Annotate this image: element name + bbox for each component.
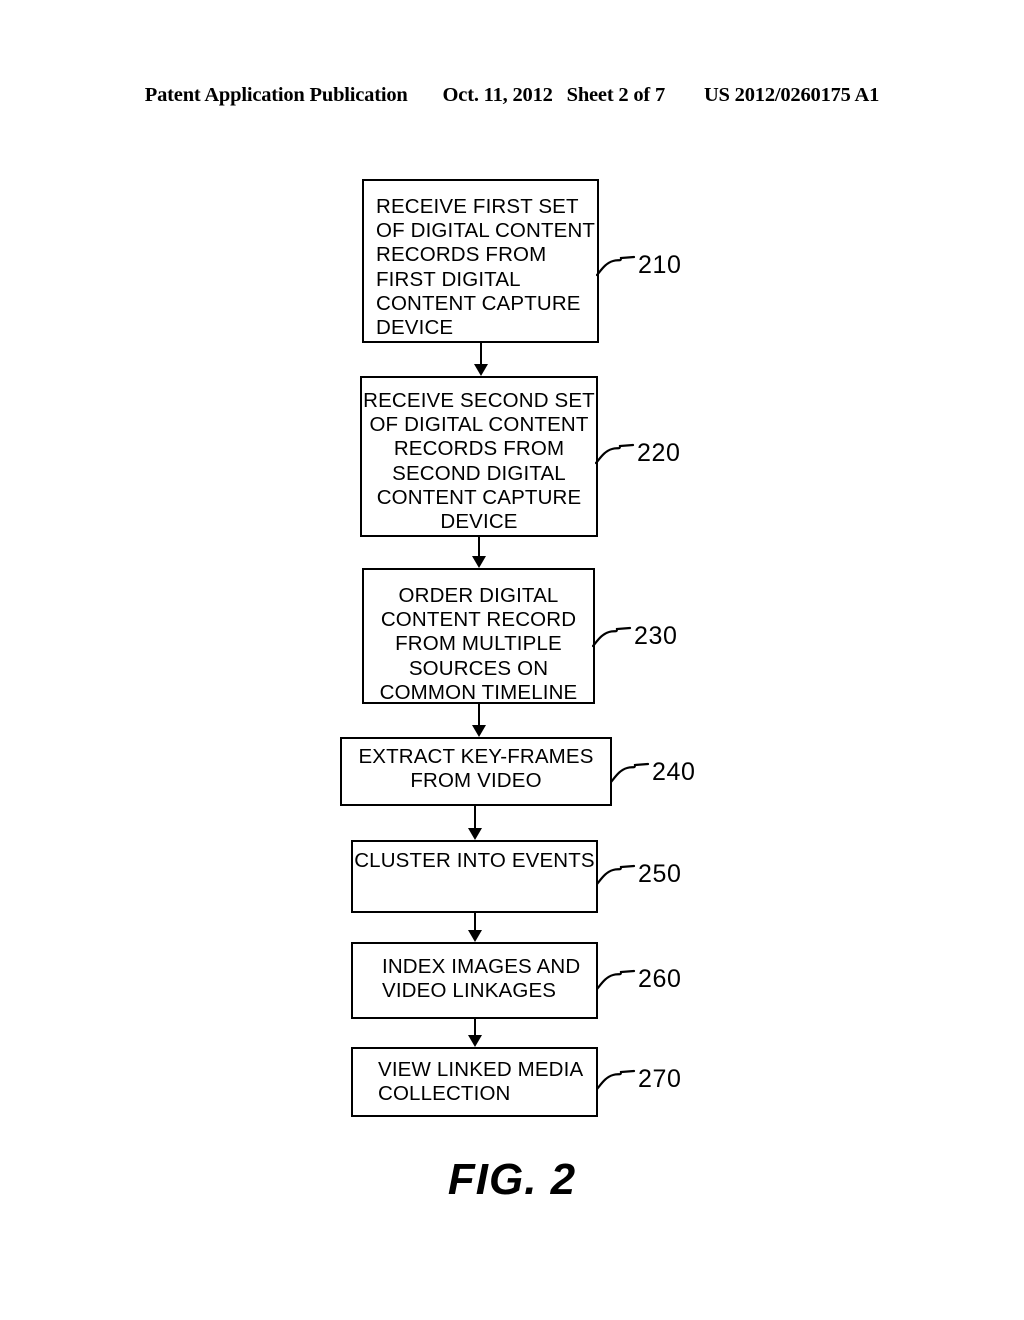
reference-callout-270: 270: [596, 1063, 726, 1105]
reference-number-260: 260: [638, 965, 682, 993]
reference-number-240: 240: [652, 758, 696, 786]
flowchart-node-250-label: CLUSTER INTO EVENTS: [354, 849, 595, 872]
flowchart-node-230: ORDER DIGITAL CONTENT RECORD FROM MULTIP…: [362, 568, 595, 704]
flowchart-arrow-230-to-240: [467, 704, 491, 737]
flowchart-node-220: RECEIVE SECOND SET OF DIGITAL CONTENT RE…: [360, 376, 598, 537]
reference-callout-230: 230: [592, 620, 722, 662]
flowchart-node-240-label: EXTRACT KEY-FRAMES FROM VIDEO: [358, 745, 594, 793]
reference-callout-240: 240: [610, 756, 740, 798]
flowchart-node-220-label: RECEIVE SECOND SET OF DIGITAL CONTENT RE…: [363, 389, 595, 534]
reference-callout-260: 260: [596, 963, 726, 1005]
reference-callout-250: 250: [596, 858, 726, 900]
arrow-head-icon: [472, 556, 486, 568]
reference-callout-220: 220: [595, 437, 725, 479]
arrow-head-icon: [474, 364, 488, 376]
flowchart-diagram: RECEIVE FIRST SET OF DIGITAL CONTENT REC…: [0, 0, 1024, 1320]
arrow-stem: [480, 343, 483, 364]
flowchart-arrow-260-to-270: [463, 1019, 487, 1047]
arrow-head-icon: [468, 930, 482, 942]
flowchart-arrow-220-to-230: [467, 537, 491, 568]
arrow-head-icon: [468, 1035, 482, 1047]
flowchart-arrow-210-to-220: [469, 343, 493, 376]
arrow-head-icon: [472, 725, 486, 737]
flowchart-node-240: EXTRACT KEY-FRAMES FROM VIDEO: [340, 737, 612, 806]
reference-number-250: 250: [638, 860, 682, 888]
flowchart-node-260: INDEX IMAGES AND VIDEO LINKAGES: [351, 942, 598, 1019]
arrow-stem: [474, 806, 477, 828]
flowchart-node-230-label: ORDER DIGITAL CONTENT RECORD FROM MULTIP…: [379, 584, 578, 704]
flowchart-node-210-label: RECEIVE FIRST SET OF DIGITAL CONTENT REC…: [376, 195, 596, 340]
flowchart-node-250: CLUSTER INTO EVENTS: [351, 840, 598, 913]
flowchart-node-210: RECEIVE FIRST SET OF DIGITAL CONTENT REC…: [362, 179, 599, 343]
arrow-stem: [474, 1019, 477, 1035]
reference-number-220: 220: [637, 439, 681, 467]
reference-number-230: 230: [634, 622, 678, 650]
arrow-stem: [478, 537, 481, 556]
reference-number-210: 210: [638, 251, 682, 279]
flowchart-arrow-250-to-260: [463, 913, 487, 942]
arrow-stem: [478, 704, 481, 725]
reference-callout-210: 210: [596, 249, 726, 291]
figure-caption: FIG. 2: [447, 1155, 577, 1204]
reference-number-270: 270: [638, 1065, 682, 1093]
flowchart-node-270: VIEW LINKED MEDIA COLLECTION: [351, 1047, 598, 1117]
flowchart-node-260-label: INDEX IMAGES AND VIDEO LINKAGES: [382, 955, 581, 1003]
flowchart-arrow-240-to-250: [463, 806, 487, 840]
arrow-head-icon: [468, 828, 482, 840]
arrow-stem: [474, 913, 477, 930]
flowchart-node-270-label: VIEW LINKED MEDIA COLLECTION: [378, 1058, 584, 1106]
